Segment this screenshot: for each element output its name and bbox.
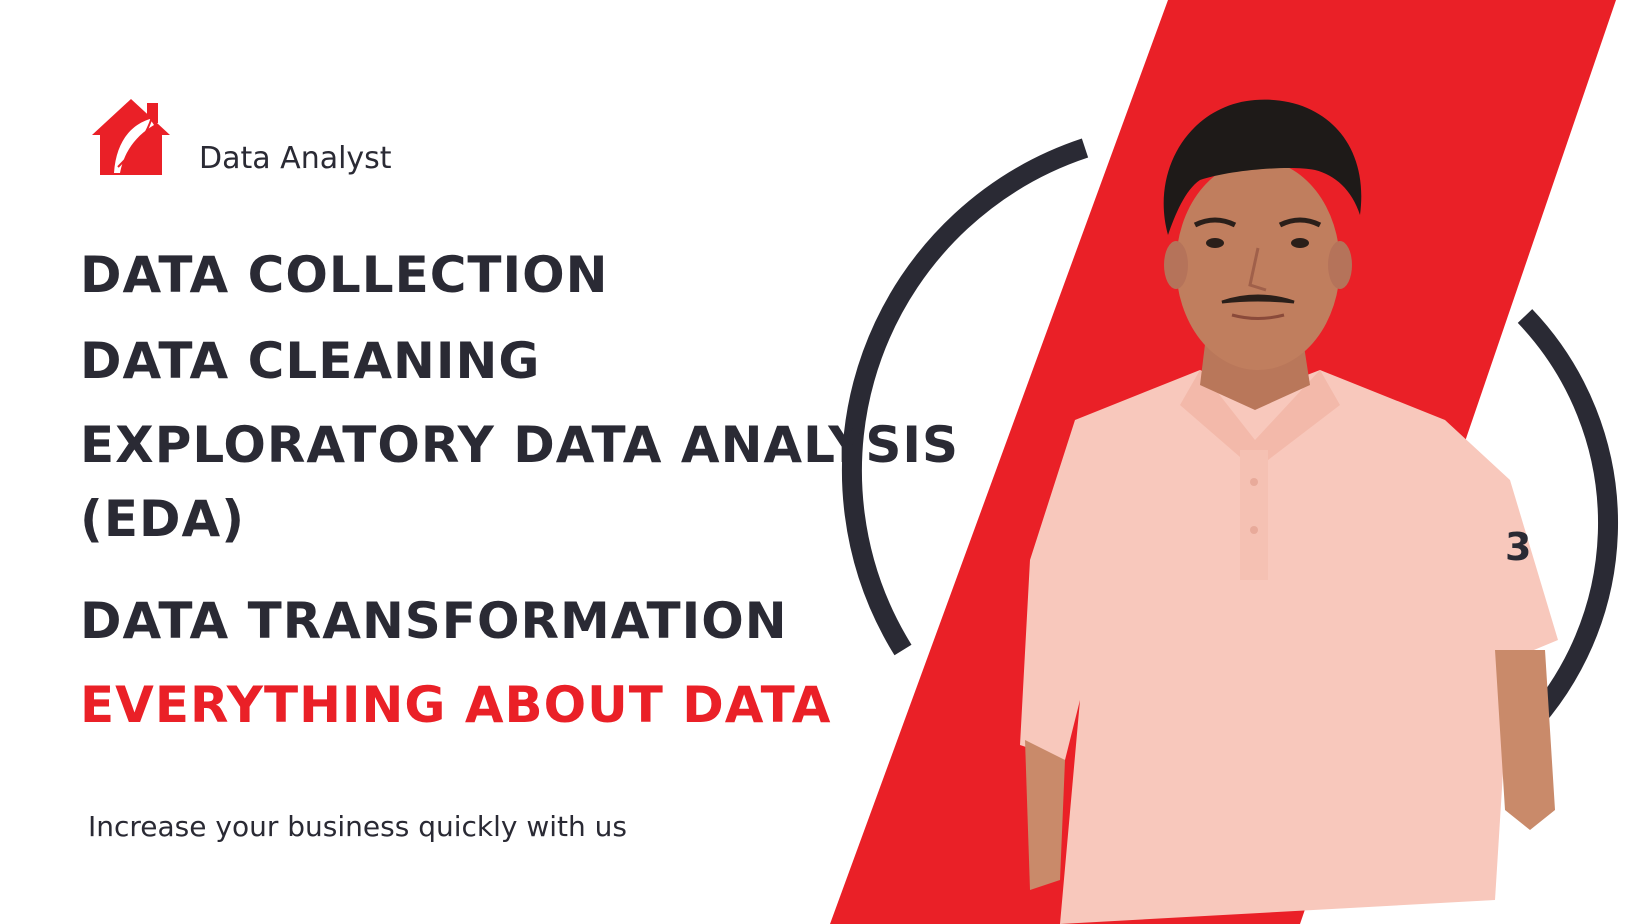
arm-left [1025,740,1065,890]
service-eda-abbrev: (EDA) [80,490,246,548]
ear-left [1164,241,1188,289]
house-feather-icon [92,99,170,175]
face [1176,160,1340,370]
logo [90,95,172,181]
tagline: Increase your business quickly with us [88,810,627,843]
service-data-collection: DATA COLLECTION [80,246,609,304]
sleeve-number: 3 [1505,525,1531,569]
service-data-transformation: DATA TRANSFORMATION [80,592,788,650]
ear-right [1328,241,1352,289]
service-data-cleaning: DATA CLEANING [80,332,541,390]
highlight-headline: EVERYTHING ABOUT DATA [80,676,832,734]
shirt-placket [1240,450,1268,580]
shirt [1020,370,1558,924]
brand-name: Data Analyst [199,141,392,176]
arm-right [1495,650,1555,830]
service-eda: EXPLORATORY DATA ANALYSIS [80,416,960,474]
